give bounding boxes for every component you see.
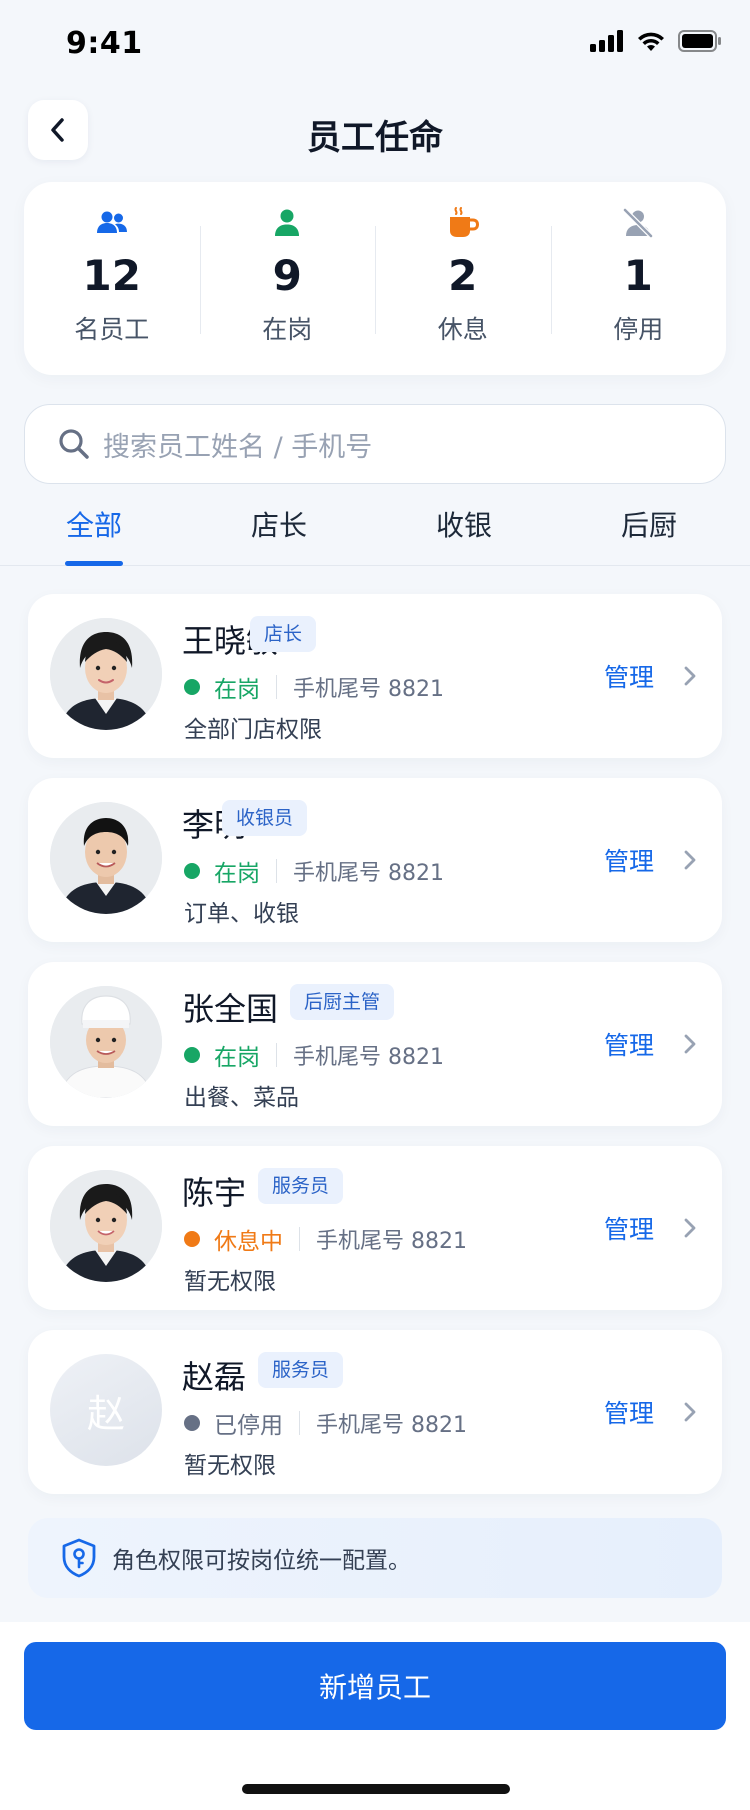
stat-on-duty: 9 在岗: [199, 182, 376, 375]
tab-cashier[interactable]: 收银: [404, 504, 524, 544]
role-badge: 服务员: [258, 1352, 344, 1388]
status-dot: [184, 1231, 200, 1247]
search-placeholder: 搜索员工姓名 / 手机号: [103, 431, 373, 463]
role-badge: 服务员: [258, 1168, 344, 1204]
phone-text: 手机尾号 8821: [293, 861, 444, 886]
add-employee-button[interactable]: 新增员工: [24, 1642, 726, 1730]
permissions-text: 暂无权限: [184, 1453, 276, 1479]
divider: [276, 1043, 277, 1067]
status-text: 在岗: [214, 677, 260, 703]
cellular-signal-icon: [590, 30, 623, 52]
manage-button[interactable]: 管理: [604, 1210, 654, 1246]
employee-card[interactable]: 陈宇 服务员 休息中 手机尾号 8821 暂无权限 管理: [28, 1146, 722, 1310]
phone-text: 手机尾号 8821: [316, 1229, 467, 1254]
status-bar: 9:41: [0, 0, 750, 88]
stats-card: 12 名员工 9 在岗 2 休息 1 停用: [24, 182, 726, 375]
stat-label: 停用: [613, 314, 664, 344]
employee-card[interactable]: 赵 赵磊 服务员 已停用 手机尾号 8821 暂无权限 管理: [28, 1330, 722, 1494]
stat-resting: 2 休息: [375, 182, 551, 375]
role-badge: 后厨主管: [290, 984, 395, 1020]
avatar: [50, 618, 162, 730]
divider: [299, 1411, 300, 1435]
avatar: 赵: [50, 1354, 162, 1466]
employee-name: 张全国: [182, 990, 279, 1028]
permissions-text: 出餐、菜品: [184, 1085, 299, 1111]
tab-manager[interactable]: 店长: [219, 504, 339, 544]
info-tip: 角色权限可按岗位统一配置。: [28, 1518, 722, 1598]
chevron-right-icon: [684, 1402, 696, 1422]
stat-label: 休息: [437, 314, 488, 344]
user-icon: [274, 206, 300, 240]
status-dot: [184, 679, 200, 695]
divider: [276, 675, 277, 699]
permissions-text: 订单、收银: [184, 901, 299, 927]
status-dot: [184, 863, 200, 879]
tab-kitchen[interactable]: 后厨: [589, 504, 709, 544]
avatar: [50, 986, 162, 1098]
manage-button[interactable]: 管理: [604, 658, 654, 694]
manage-button[interactable]: 管理: [604, 1026, 654, 1062]
stat-disabled: 1 停用: [550, 182, 727, 375]
chevron-right-icon: [684, 850, 696, 870]
role-badge: 店长: [250, 616, 317, 652]
stat-value: 9: [272, 250, 302, 300]
phone-text: 手机尾号 8821: [293, 1045, 444, 1070]
user-off-icon: [623, 206, 654, 240]
status-row: 休息中 手机尾号 8821: [184, 1222, 467, 1256]
status-text: 在岗: [214, 1045, 260, 1071]
tip-text: 角色权限可按岗位统一配置。: [112, 1548, 411, 1574]
employee-name: 陈宇: [182, 1174, 247, 1212]
coffee-icon: [447, 206, 479, 240]
status-text: 已停用: [214, 1413, 283, 1439]
wifi-icon: [638, 32, 664, 51]
tab-all[interactable]: 全部: [34, 504, 154, 544]
divider: [299, 1227, 300, 1251]
status-dot: [184, 1047, 200, 1063]
chevron-right-icon: [684, 666, 696, 686]
phone-text: 手机尾号 8821: [316, 1413, 467, 1438]
stat-value: 12: [82, 250, 141, 300]
stat-total: 12 名员工: [24, 182, 200, 375]
divider: [276, 859, 277, 883]
home-indicator: [242, 1784, 510, 1794]
status-dot: [184, 1415, 200, 1431]
employee-card[interactable]: 李明 收银员 在岗 手机尾号 8821 订单、收银 管理: [28, 778, 722, 942]
status-text: 休息中: [214, 1229, 283, 1255]
nav-bar: 员工任命: [0, 100, 750, 164]
page-title: 员工任命: [307, 118, 443, 158]
permissions-text: 全部门店权限: [184, 717, 322, 743]
status-row: 在岗 手机尾号 8821: [184, 670, 444, 704]
active-tab-indicator: [65, 561, 123, 566]
employee-card[interactable]: 王晓敏 店长 在岗 手机尾号 8821 全部门店权限 管理: [28, 594, 722, 758]
avatar: [50, 802, 162, 914]
phone-text: 手机尾号 8821: [293, 677, 444, 702]
manage-button[interactable]: 管理: [604, 1394, 654, 1430]
status-icons: [590, 30, 722, 52]
status-row: 在岗 手机尾号 8821: [184, 854, 444, 888]
stat-value: 2: [448, 250, 478, 300]
chevron-right-icon: [684, 1034, 696, 1054]
shield-key-icon: [62, 1538, 96, 1578]
status-row: 在岗 手机尾号 8821: [184, 1038, 444, 1072]
employee-name: 赵磊: [182, 1358, 247, 1396]
filter-tabs: 全部 店长 收银 后厨: [0, 500, 750, 566]
users-icon: [96, 206, 128, 240]
search-input[interactable]: 搜索员工姓名 / 手机号: [24, 404, 726, 484]
role-badge: 收银员: [222, 800, 308, 836]
battery-icon: [678, 30, 721, 52]
status-time: 9:41: [66, 26, 143, 61]
chevron-right-icon: [684, 1218, 696, 1238]
employee-card[interactable]: 张全国 后厨主管 在岗 手机尾号 8821 出餐、菜品 管理: [28, 962, 722, 1126]
stat-value: 1: [623, 250, 653, 300]
search-icon: [59, 429, 89, 459]
stat-label: 名员工: [74, 314, 150, 344]
permissions-text: 暂无权限: [184, 1269, 276, 1295]
status-text: 在岗: [214, 861, 260, 887]
avatar: [50, 1170, 162, 1282]
stat-label: 在岗: [262, 314, 313, 344]
bottom-action-bar: 新增员工: [0, 1622, 750, 1810]
status-row: 已停用 手机尾号 8821: [184, 1406, 467, 1440]
manage-button[interactable]: 管理: [604, 842, 654, 878]
